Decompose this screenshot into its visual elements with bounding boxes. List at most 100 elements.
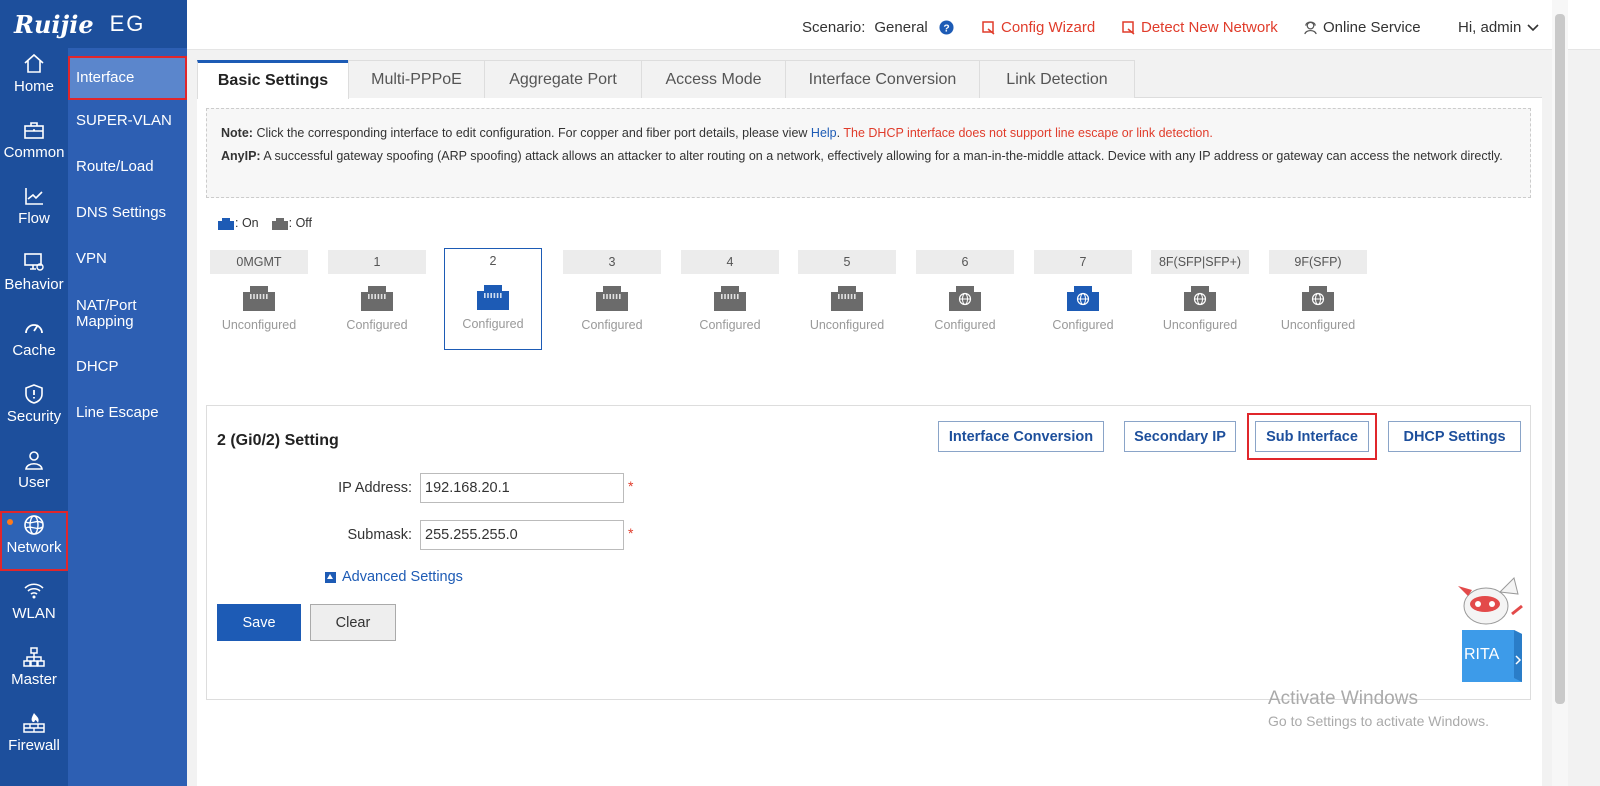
rail-item-firewall[interactable]: Firewall [0, 711, 68, 771]
robot-mascot-icon [1458, 577, 1523, 682]
port-status: Configured [581, 318, 643, 332]
note-label: Note: [221, 126, 253, 140]
port-name: 8F(SFP|SFP+) [1151, 250, 1249, 274]
submenu-item-super-vlan[interactable]: SUPER-VLAN [68, 113, 187, 129]
port-status: Configured [1052, 318, 1114, 332]
svg-text:?: ? [943, 23, 949, 34]
rail-item-security[interactable]: Security [0, 382, 68, 442]
user-icon [25, 451, 43, 470]
dhcp-settings-button[interactable]: DHCP Settings [1388, 421, 1521, 452]
port-name: 6 [916, 250, 1014, 274]
brand-name: Ruijie [14, 9, 94, 39]
ip-address-input[interactable] [420, 473, 624, 503]
scenario-value: General [874, 19, 928, 36]
port-5[interactable]: 5 Unconfigured [798, 250, 896, 350]
port-status: Configured [699, 318, 761, 332]
rail-item-master[interactable]: Master [0, 645, 68, 705]
rail-item-label: Flow [18, 210, 50, 227]
port-3[interactable]: 3 Configured [563, 250, 661, 350]
port-6[interactable]: 6 Configured [916, 250, 1014, 350]
rail-item-home[interactable]: Home [0, 52, 68, 112]
clear-button[interactable]: Clear [310, 604, 396, 641]
rail-item-label: Security [6, 408, 62, 425]
rail-item-network[interactable]: Network [0, 511, 68, 571]
watermark-title: Activate Windows [1268, 688, 1418, 709]
tab-link-detection[interactable]: Link Detection [979, 60, 1135, 98]
detect-network-link[interactable]: Detect New Network [1122, 19, 1278, 36]
port-8f-sfp-sfp-[interactable]: 8F(SFP|SFP+) Unconfigured [1151, 250, 1249, 350]
submenu-item-line-escape[interactable]: Line Escape [68, 405, 187, 421]
sub-interface-button[interactable]: Sub Interface [1247, 413, 1377, 460]
secondary-ip-button[interactable]: Secondary IP [1124, 421, 1236, 452]
rail-item-label: Network [6, 539, 62, 556]
rail-item-user[interactable]: User [0, 448, 68, 508]
port-1[interactable]: 1 Configured [328, 250, 426, 350]
top-header: Scenario: General ? Config Wizard Detect… [187, 0, 1600, 50]
submenu-item-route-load[interactable]: Route/Load [68, 159, 187, 175]
ip-address-label: IP Address: [338, 480, 412, 496]
tab-multi-pppoe[interactable]: Multi-PPPoE [348, 60, 485, 98]
wan-port-icon [1067, 286, 1099, 311]
port-4[interactable]: 4 Configured [681, 250, 779, 350]
wizard-icon [982, 20, 995, 35]
tab-access-mode[interactable]: Access Mode [641, 60, 786, 98]
port-2[interactable]: 2 Configured [444, 248, 542, 350]
rail-item-behavior[interactable]: Behavior [0, 250, 68, 310]
help-separator: . [836, 126, 841, 140]
tab-interface-conversion[interactable]: Interface Conversion [785, 60, 980, 98]
network-submenu: Interface SUPER-VLAN Route/Load DNS Setting… [68, 48, 187, 786]
rail-item-flow[interactable]: Flow [0, 184, 68, 244]
tab-bar: Basic Settings Multi-PPPoE Aggregate Port A… [197, 60, 1542, 99]
rail-item-cache[interactable]: Cache [0, 316, 68, 376]
port-7[interactable]: 7 Configured [1034, 250, 1132, 350]
tab-aggregate-port[interactable]: Aggregate Port [484, 60, 642, 98]
port-0mgmt[interactable]: 0MGMT Unconfigured [210, 250, 308, 350]
port-9f-sfp-[interactable]: 9F(SFP) Unconfigured [1269, 250, 1367, 350]
port-status: Configured [346, 318, 408, 332]
scenario: Scenario: General ? [802, 19, 954, 36]
watermark-subtitle: Go to Settings to activate Windows. [1268, 713, 1489, 729]
port-status: Unconfigured [1280, 318, 1356, 332]
interface-conversion-button[interactable]: Interface Conversion [938, 421, 1104, 452]
submask-input[interactable] [420, 520, 624, 550]
port-name: 9F(SFP) [1269, 250, 1367, 274]
online-service-link[interactable]: Online Service [1303, 19, 1421, 36]
user-menu[interactable]: Hi, admin [1458, 19, 1539, 36]
model-name: EG [109, 11, 146, 36]
save-button[interactable]: Save [217, 604, 301, 641]
ethernet-port-icon [477, 285, 509, 310]
setting-title: 2 (Gi0/2) Setting [217, 432, 339, 449]
submask-required-mark: * [628, 525, 634, 541]
submenu-item-dns-settings[interactable]: DNS Settings [68, 205, 187, 221]
firewall-icon [23, 713, 45, 733]
port-status: Configured [462, 317, 524, 331]
rail-item-wlan[interactable]: WLAN [0, 579, 68, 639]
help-link[interactable]: Help [811, 126, 837, 140]
brand-logo[interactable]: Ruijie EG [0, 0, 187, 48]
rita-assistant[interactable]: RITA [1456, 574, 1528, 684]
submenu-item-dhcp[interactable]: DHCP [68, 359, 187, 375]
note-box: Note: Click the corresponding interface … [206, 108, 1531, 198]
scrollbar-thumb[interactable] [1555, 14, 1565, 704]
config-wizard-label: Config Wizard [1001, 19, 1096, 36]
submenu-item-nat-port-mapping[interactable]: NAT/Port Mapping [68, 298, 187, 330]
rail-item-common[interactable]: Common [0, 118, 68, 178]
rail-item-label: Behavior [4, 276, 64, 293]
support-agent-icon [1304, 21, 1317, 35]
submenu-item-interface[interactable]: Interface [68, 56, 187, 100]
rail-item-label: Master [11, 671, 57, 688]
windows-activation-watermark: Activate Windows Go to Settings to activ… [1268, 688, 1489, 729]
submenu-item-vpn[interactable]: VPN [68, 251, 187, 267]
help-circle-icon[interactable]: ? [939, 20, 954, 35]
rail-item-label: WLAN [12, 605, 56, 622]
wan-port-icon [1184, 286, 1216, 311]
tab-basic-settings[interactable]: Basic Settings [197, 60, 349, 99]
advanced-settings-toggle[interactable]: Advanced Settings [325, 569, 463, 585]
legend-on-label: : On [235, 216, 259, 230]
rail-item-label: Cache [12, 342, 56, 359]
rita-label: RITA [1464, 646, 1500, 663]
anyip-text: A successful gateway spoofing (ARP spoof… [263, 149, 1503, 163]
config-wizard-link[interactable]: Config Wizard [982, 19, 1095, 36]
page-scrollbar[interactable] [1552, 0, 1568, 786]
home-icon [24, 53, 44, 73]
